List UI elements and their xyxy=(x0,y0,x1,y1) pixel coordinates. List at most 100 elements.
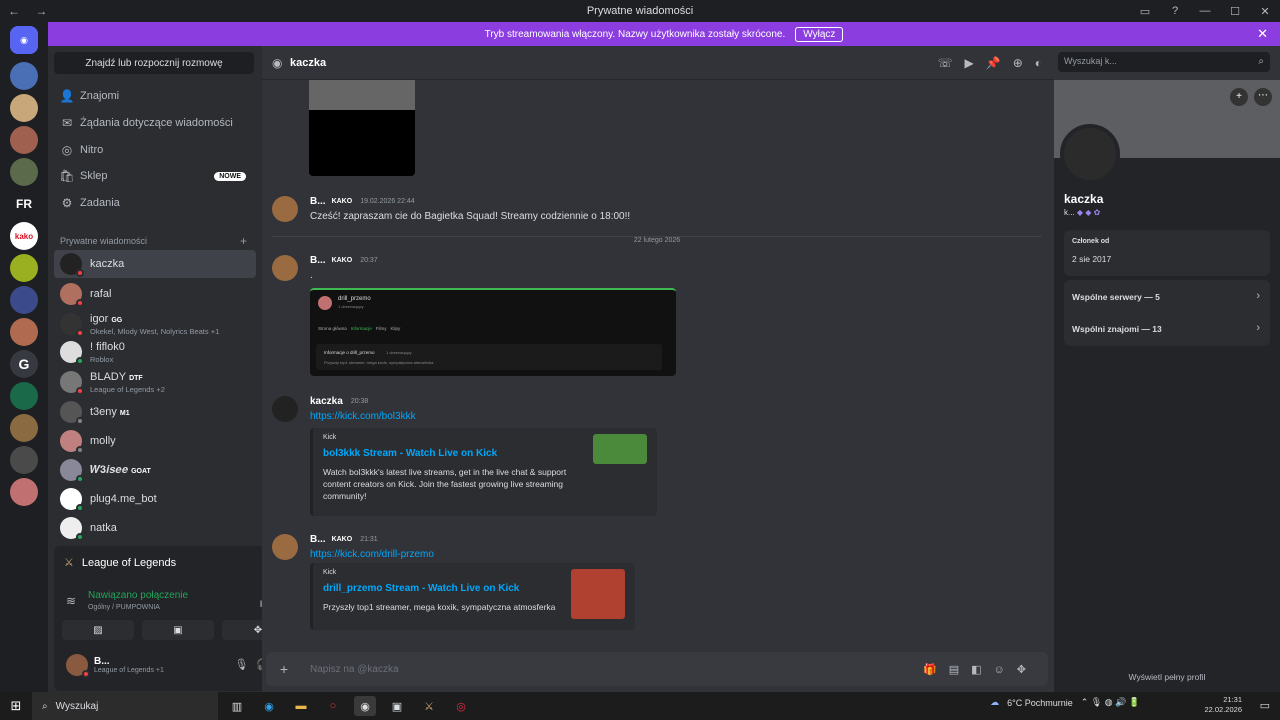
add-friend-icon[interactable]: ⊕ xyxy=(1013,56,1035,70)
server-icon[interactable] xyxy=(10,286,38,314)
avatar[interactable] xyxy=(272,255,298,281)
server-icon[interactable] xyxy=(10,158,38,186)
close-icon[interactable]: ✕ xyxy=(1257,26,1268,42)
chevron-right-icon[interactable]: › xyxy=(1256,290,1260,302)
inbox-icon[interactable]: ▭ xyxy=(1130,0,1160,22)
dm-item-molly[interactable]: molly xyxy=(54,427,256,455)
share-screen-button[interactable]: ▣ xyxy=(142,620,214,640)
find-conversation-button[interactable]: Znajdź lub rozpocznij rozmowę xyxy=(54,52,254,74)
clock[interactable]: 21:31 22.02.2026 xyxy=(1204,695,1242,715)
avatar[interactable] xyxy=(272,396,298,422)
more-options-icon[interactable]: ⋯ xyxy=(1254,88,1272,106)
mail-icon: ✉ xyxy=(61,116,73,130)
message-author[interactable]: B... xyxy=(310,534,326,545)
league-icon[interactable]: ⚔ xyxy=(418,696,440,716)
task-view-icon[interactable]: ▥ xyxy=(226,696,248,716)
emoji-icon[interactable]: ☺ xyxy=(994,664,1017,676)
server-icon[interactable] xyxy=(10,382,38,410)
add-dm-icon[interactable]: + xyxy=(240,234,247,248)
nav-message-requests[interactable]: ✉ Żądania dotyczące wiadomości xyxy=(54,111,254,135)
notifications-icon[interactable]: ▭ xyxy=(1260,699,1270,712)
dm-item-w3isee[interactable]: 𝑾𝟑𝒊𝒔𝒆𝒆 GOAT xyxy=(54,456,256,484)
camera-off-button[interactable]: ▨ xyxy=(62,620,134,640)
dm-item-blady[interactable]: BLADY DTF League of Legends +2 xyxy=(54,368,256,396)
close-button[interactable]: ✕ xyxy=(1250,0,1280,22)
server-icon[interactable] xyxy=(10,254,38,282)
tray-icons[interactable]: ⌃ 🎙 ◍ 🔊 🔋 xyxy=(1081,697,1140,708)
view-full-profile-link[interactable]: Wyświetl pełny profil xyxy=(1054,672,1280,682)
opera-icon[interactable]: ○ xyxy=(322,696,344,716)
call-icon[interactable]: ☏ xyxy=(937,56,964,70)
image-attachment[interactable] xyxy=(309,80,415,176)
mutual-servers[interactable]: Wspólne serwery — 5 xyxy=(1072,292,1160,302)
server-icon[interactable] xyxy=(10,94,38,122)
server-icon[interactable] xyxy=(10,478,38,506)
dm-item-natka[interactable]: natka xyxy=(54,514,256,542)
explorer-icon[interactable]: ▬ xyxy=(290,696,312,716)
minimize-button[interactable]: — xyxy=(1190,0,1220,22)
message-author[interactable]: kaczka xyxy=(310,396,343,407)
game-activity: ⚔ League of Legends xyxy=(64,556,176,570)
app-icon[interactable]: ▣ xyxy=(386,696,408,716)
server-icon[interactable] xyxy=(10,318,38,346)
edge-icon[interactable]: ◉ xyxy=(258,696,280,716)
dm-item-igor[interactable]: igor GG Okekel, Mlody West, Nolyrics Beats… xyxy=(54,310,256,338)
message-link[interactable]: https://kick.com/bol3kkk xyxy=(310,411,416,422)
dm-item-fiflok0[interactable]: ! fiflok0 Roblox xyxy=(54,338,256,366)
nav-shop[interactable]: 🛍 Sklep NOWE xyxy=(54,164,254,188)
search-input[interactable]: Wyszukaj k... xyxy=(1058,52,1270,72)
taskbar-search[interactable]: ⌕ Wyszukaj xyxy=(32,692,218,720)
video-icon[interactable]: ▶ xyxy=(965,56,986,70)
home-discord-icon[interactable]: ◉ xyxy=(10,26,38,54)
add-friend-icon[interactable]: + xyxy=(1230,88,1248,106)
help-icon[interactable]: ? xyxy=(1160,0,1190,22)
server-icon[interactable]: G xyxy=(10,350,38,378)
embed-provider[interactable]: Kick xyxy=(323,434,336,441)
profile-avatar[interactable] xyxy=(1060,124,1120,184)
sticker-icon[interactable]: ◧ xyxy=(971,664,993,676)
message-author[interactable]: B... xyxy=(310,196,326,207)
voice-channel[interactable]: Ogólny / PUMPOWNIA xyxy=(88,604,160,611)
dm-name: natka xyxy=(90,522,117,534)
message-link[interactable]: https://kick.com/drill-przemo xyxy=(310,549,434,560)
server-icon[interactable]: kako xyxy=(10,222,38,250)
avatar[interactable] xyxy=(272,196,298,222)
screenshot-attachment[interactable]: drill_przemo 1 obserwujący Strona główna… xyxy=(310,288,676,376)
message-input[interactable]: Napisz na @kaczka xyxy=(310,664,399,675)
dm-item-t3eny[interactable]: t3eny M1 xyxy=(54,398,256,426)
message-author[interactable]: B... xyxy=(310,255,326,266)
mutual-friends[interactable]: Wspólni znajomi — 13 xyxy=(1072,324,1162,334)
server-icon[interactable]: FR xyxy=(10,190,38,218)
apps-icon[interactable]: ✥ xyxy=(1017,664,1038,676)
dm-item-kaczka[interactable]: kaczka xyxy=(54,250,256,278)
server-icon[interactable] xyxy=(10,446,38,474)
embed-title[interactable]: drill_przemo Stream - Watch Live on Kick xyxy=(323,583,519,594)
gift-icon[interactable]: 🎁 xyxy=(923,664,949,676)
chevron-right-icon[interactable]: › xyxy=(1256,322,1260,334)
server-icon[interactable] xyxy=(10,414,38,442)
server-icon[interactable] xyxy=(10,62,38,90)
windows-start-icon[interactable]: ⊞ xyxy=(0,698,32,714)
embed-title[interactable]: bol3kkk Stream - Watch Live on Kick xyxy=(323,448,497,459)
nav-nitro[interactable]: ◎ Nitro xyxy=(54,138,254,162)
embed-provider[interactable]: Kick xyxy=(323,569,336,576)
discord-icon[interactable]: ◉ xyxy=(354,696,376,716)
gif-icon[interactable]: ▤ xyxy=(949,664,971,676)
dm-item-rafal[interactable]: rafal xyxy=(54,280,256,308)
microphone-icon[interactable]: 🎙 xyxy=(234,659,256,671)
app-icon[interactable]: ◎ xyxy=(450,696,472,716)
server-icon[interactable] xyxy=(10,126,38,154)
pin-icon[interactable]: 📌 xyxy=(986,56,1013,70)
nav-friends[interactable]: 👤 Znajomi xyxy=(54,84,254,108)
embed-thumbnail[interactable] xyxy=(593,434,647,464)
user-panel[interactable]: B... League of Legends +1 xyxy=(60,654,164,678)
profile-icon[interactable]: ◐ xyxy=(1035,56,1054,70)
weather-text[interactable]: 6°C Pochmurnie xyxy=(1007,698,1073,708)
disable-streaming-button[interactable]: Wyłącz xyxy=(795,26,844,42)
embed-thumbnail[interactable] xyxy=(571,569,625,619)
maximize-button[interactable]: ☐ xyxy=(1220,0,1250,22)
dm-item-plug4[interactable]: plug4.me_bot xyxy=(54,485,256,513)
nav-quests[interactable]: ⚙ Zadania xyxy=(54,191,254,215)
attach-plus-icon[interactable]: + xyxy=(266,661,302,677)
avatar[interactable] xyxy=(272,534,298,560)
